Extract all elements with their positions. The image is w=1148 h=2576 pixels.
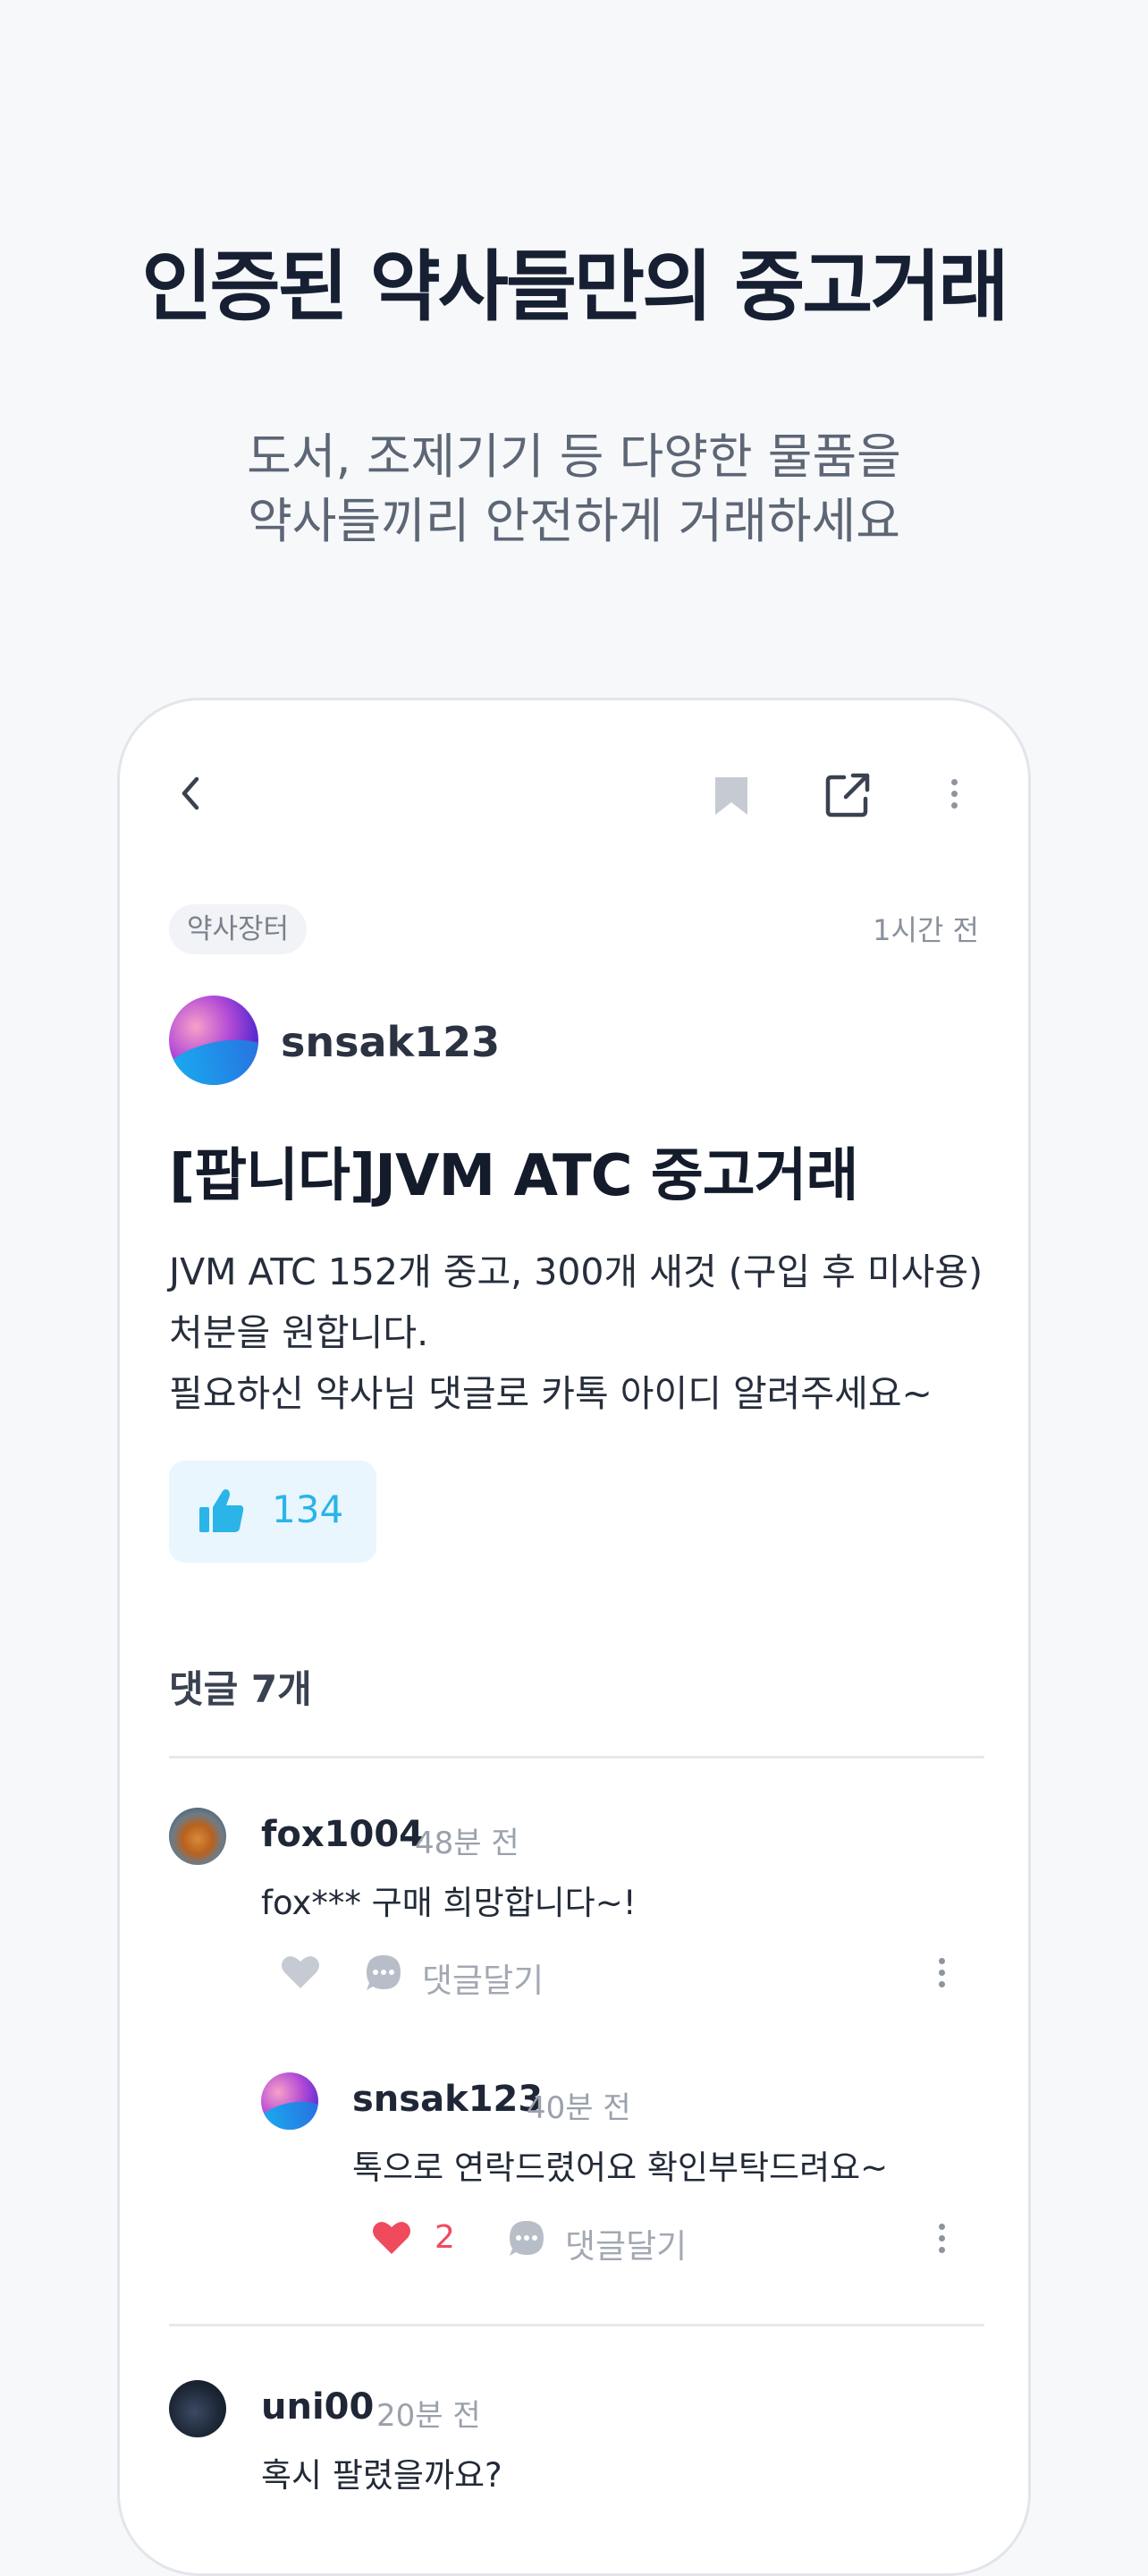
comment-like-button[interactable]: [279, 1953, 322, 1992]
comment-time: 20분 전: [376, 2398, 481, 2434]
subheadline-line-1: 도서, 조제기기 등 다양한 물품을: [247, 428, 901, 485]
heart-filled-icon: [373, 2222, 410, 2254]
more-options-button[interactable]: [951, 774, 958, 814]
back-button[interactable]: [173, 774, 209, 813]
comment-author[interactable]: fox1004: [261, 1814, 424, 1855]
category-badge[interactable]: 약사장터: [169, 904, 308, 954]
subheadline-line-2: 약사들끼리 안전하게 거래하세요: [248, 493, 900, 549]
post-body-line: 처분을 원합니다.: [169, 1311, 429, 1354]
thumbs-up-icon: [196, 1486, 246, 1536]
reply-button[interactable]: 댓글달기: [422, 1953, 544, 2002]
comment-author[interactable]: snsak123: [352, 2079, 543, 2120]
page-headline: 인증된 약사들만의 중고거래: [141, 242, 1009, 332]
comment-like-count: 2: [435, 2219, 455, 2256]
phone-mockup-card: 약사장터 1시간 전 snsak123 [팝니다]JVM ATC 중고거래 JV…: [117, 698, 1031, 2576]
comment-avatar[interactable]: [169, 1808, 226, 1865]
post-body-line: 필요하신 약사님 댓글로 카톡 아이디 알려주세요~: [169, 1372, 933, 1415]
comment-avatar[interactable]: [169, 2380, 226, 2437]
author-avatar[interactable]: [169, 996, 258, 1085]
comment-reply-icon-wrap[interactable]: [506, 2218, 547, 2259]
comment-avatar[interactable]: [261, 2072, 318, 2130]
reply-button[interactable]: 댓글달기: [565, 2219, 687, 2267]
post-timestamp: 1시간 전: [873, 913, 979, 947]
bookmark-icon: [715, 777, 747, 815]
comment-reply-icon-wrap[interactable]: [363, 1953, 404, 1994]
comment-more-button[interactable]: [939, 2218, 945, 2258]
post-title: [팝니다]JVM ATC 중고거래: [169, 1143, 858, 1209]
chevron-left-icon: [181, 776, 199, 810]
post-body-line: JVM ATC 152개 중고, 300개 새것 (구입 후 미사용): [169, 1250, 983, 1293]
comments-header: 댓글 7개: [169, 1667, 312, 1711]
post-like-count: 134: [272, 1487, 344, 1531]
comment-text: fox*** 구매 희망합니다~!: [261, 1884, 637, 1922]
comment-text: 톡으로 연락드렸어요 확인부탁드려요~: [352, 2148, 889, 2187]
comment-time: 40분 전: [527, 2090, 631, 2126]
comment-more-button[interactable]: [939, 1953, 945, 1993]
bookmark-button[interactable]: [712, 774, 751, 818]
comment-like-button[interactable]: [370, 2218, 413, 2258]
comments-divider: [169, 2324, 984, 2326]
page-subheadline: 도서, 조제기기 등 다양한 물품을 약사들끼리 안전하게 거래하세요: [0, 425, 1148, 554]
speech-bubble-icon: [367, 1955, 401, 1990]
share-icon: [825, 773, 870, 818]
post-body: JVM ATC 152개 중고, 300개 새것 (구입 후 미사용) 처분을 …: [169, 1241, 1009, 1424]
comment-time: 48분 전: [415, 1826, 519, 1861]
post-like-button[interactable]: 134: [169, 1461, 376, 1563]
share-button[interactable]: [823, 770, 873, 820]
speech-bubble-icon: [510, 2221, 544, 2256]
comment-text: 혹시 팔렸을까요?: [261, 2456, 502, 2495]
heart-icon: [282, 1956, 319, 1988]
comment-author[interactable]: uni00: [261, 2386, 374, 2428]
author-name[interactable]: snsak123: [281, 1018, 500, 1066]
comments-divider: [169, 1756, 984, 1758]
